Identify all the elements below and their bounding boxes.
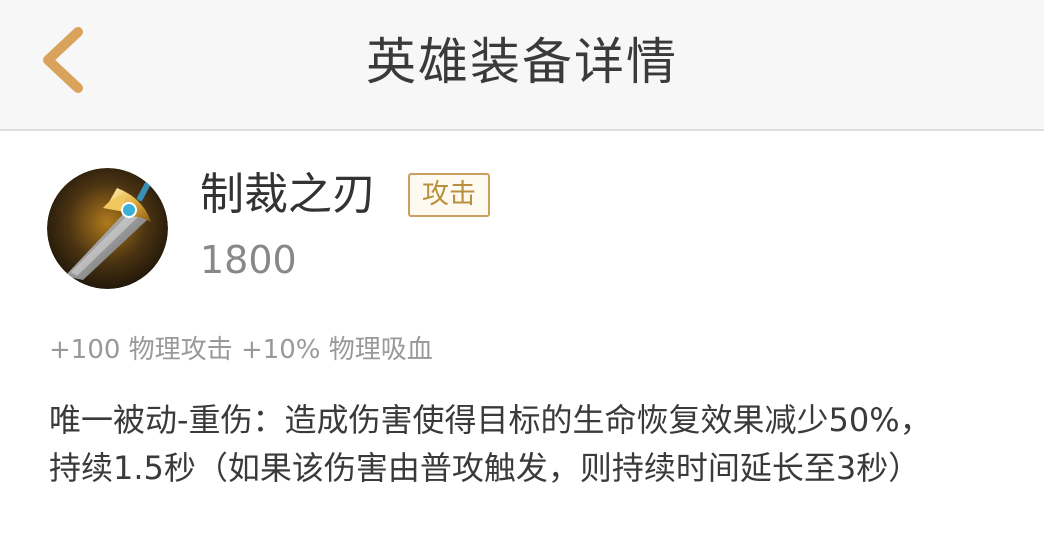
page-title: 英雄装备详情 <box>366 33 678 91</box>
description-line: 持续1.5秒（如果该伤害由普攻触发，则持续时间延长至3秒） <box>49 449 921 487</box>
description-line: 唯一被动-重伤：造成伤害使得目标的生命恢复效果减少50%， <box>49 401 932 439</box>
item-description: 唯一被动-重伤：造成伤害使得目标的生命恢复效果减少50%， 持续1.5秒（如果该… <box>49 396 1009 492</box>
item-price: 1800 <box>200 238 297 282</box>
app-header: 英雄装备详情 <box>0 0 1044 131</box>
sword-item-icon <box>47 168 168 289</box>
item-stats: +100 物理攻击 +10% 物理吸血 <box>49 335 433 365</box>
item-name: 制裁之刃 <box>200 169 376 220</box>
item-category-badge: 攻击 <box>408 173 490 217</box>
